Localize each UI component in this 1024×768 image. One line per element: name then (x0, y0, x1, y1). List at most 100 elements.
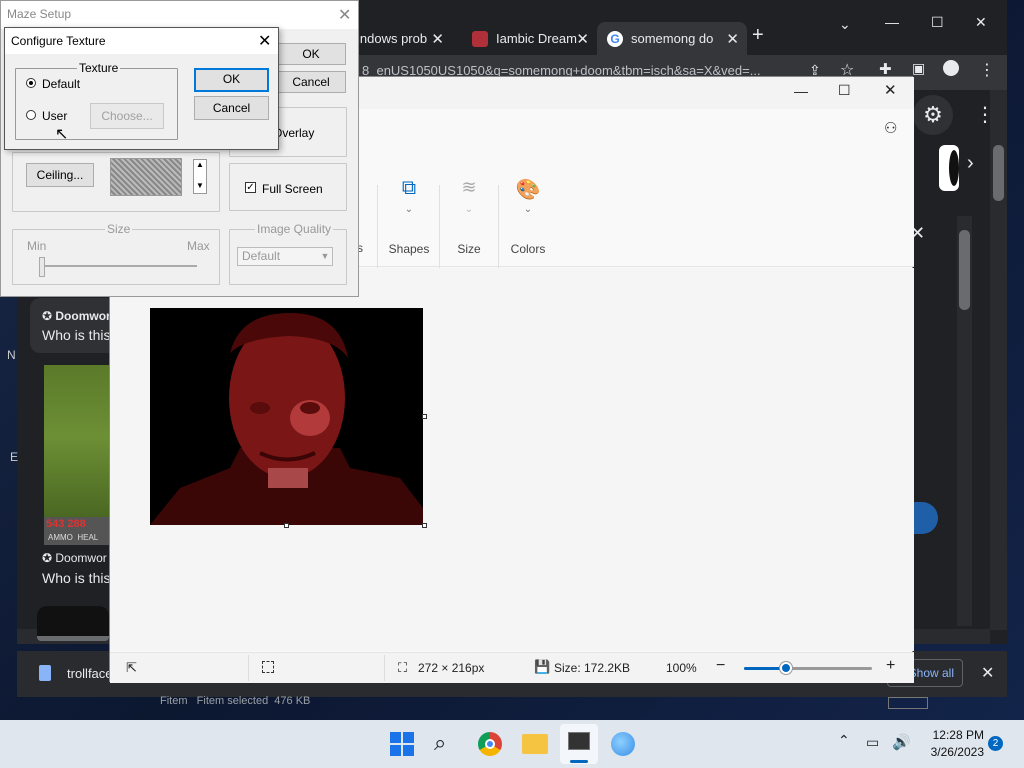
chrome-menu-icon[interactable]: ⋮ (979, 60, 995, 80)
side-panel-icon[interactable]: ▣ (912, 60, 925, 77)
profile-avatar[interactable] (943, 60, 959, 76)
zoom-out-icon[interactable]: − (716, 657, 725, 675)
tab-google-search[interactable]: G somemong do ✕ (597, 22, 747, 55)
colors-palette-icon[interactable]: 🎨 (498, 177, 558, 202)
paint-app-icon[interactable] (611, 732, 635, 756)
search-icon[interactable]: ⌕ (434, 730, 446, 756)
zoom-slider-thumb[interactable] (780, 662, 792, 674)
maze-setup-close-icon[interactable]: ✕ (338, 5, 351, 25)
tab-iambic-dream[interactable]: Iambic Dream ✕ (462, 22, 597, 55)
maximize-icon[interactable]: ☐ (931, 14, 944, 31)
shapes-icon[interactable]: ⧉ (379, 177, 439, 200)
desktop-label-n: N (7, 348, 16, 362)
scrollbar-thumb[interactable] (993, 145, 1004, 201)
size-slider-thumb[interactable] (39, 257, 45, 277)
result-card[interactable] (30, 298, 120, 353)
size-dropdown-chevron-icon[interactable]: ⌄ (440, 204, 498, 215)
result-thumbnail-figure (949, 150, 959, 186)
network-icon[interactable]: ▭ (866, 734, 879, 751)
close-shelf-icon[interactable]: ✕ (981, 663, 994, 683)
resize-handle[interactable] (284, 523, 289, 528)
notification-badge[interactable]: 2 (988, 736, 1003, 751)
size-slider-track[interactable] (39, 265, 197, 267)
visit-button-fragment[interactable] (912, 502, 938, 534)
image-canvas[interactable] (150, 308, 423, 525)
start-icon-square (390, 745, 401, 756)
tab-windows-problem[interactable]: indows prob ✕ (347, 22, 452, 55)
size-icon[interactable]: ≋ (440, 177, 498, 198)
choose-button[interactable]: Choose... (90, 103, 164, 129)
status-separator (384, 655, 385, 681)
file-explorer-icon[interactable] (522, 734, 548, 754)
spinner-up-icon[interactable]: ▲ (196, 160, 204, 169)
shapes-label: Shapes (388, 242, 430, 256)
tab-label: somemong do (631, 31, 714, 46)
settings-gear-icon[interactable]: ⚙ (913, 95, 953, 135)
taskbar: ⌕ ⌃ ▭ 🔊 12:28 PM 3/26/2023 2 (0, 720, 1024, 768)
clock-date[interactable]: 3/26/2023 (920, 745, 984, 759)
start-icon-square (403, 745, 414, 756)
image-dimensions: 272 × 216px (418, 661, 485, 675)
zoom-in-icon[interactable]: + (886, 657, 895, 675)
paint-minimize-icon[interactable]: — (794, 83, 808, 99)
tab-search-chevron-icon[interactable]: ⌄ (839, 16, 851, 33)
clock-time[interactable]: 12:28 PM (920, 728, 984, 742)
maze-cancel-button[interactable]: Cancel (276, 71, 346, 93)
texture-ok-button[interactable]: OK (194, 68, 269, 92)
ceiling-button[interactable]: Ceiling... (26, 163, 94, 187)
download-filename[interactable]: trollface (67, 666, 113, 681)
maze-ok-button[interactable]: OK (276, 43, 346, 65)
full-screen-checkbox[interactable]: ✓ (245, 182, 256, 193)
spinner-down-icon[interactable]: ▼ (196, 181, 204, 190)
close-tab-icon[interactable]: ✕ (726, 30, 739, 48)
close-tab-icon[interactable]: ✕ (431, 30, 444, 48)
desktop-label-e: E (10, 450, 19, 464)
chrome-icon-center (485, 739, 495, 749)
configure-texture-dialog: Configure Texture ✕ Texture Default User… (4, 27, 279, 150)
radio-dot (29, 81, 33, 85)
close-window-icon[interactable]: ✕ (975, 14, 987, 31)
volume-icon[interactable]: 🔊 (892, 733, 911, 751)
panel-scrollbar-thumb[interactable] (959, 230, 970, 310)
minimize-icon[interactable]: — (885, 14, 899, 30)
resize-handle[interactable] (422, 523, 427, 528)
configure-texture-title: Configure Texture (11, 34, 106, 48)
configure-texture-close-icon[interactable]: ✕ (258, 31, 271, 51)
view-toggle-icon[interactable] (888, 697, 928, 709)
chevron-right-icon[interactable]: › (967, 152, 974, 175)
full-screen-label: Full Screen (262, 182, 323, 196)
user-radio[interactable] (26, 110, 36, 120)
result-title[interactable]: Who is this (42, 327, 110, 343)
zoom-percent: 100% (666, 661, 697, 675)
maze-app-taskbar-button[interactable] (560, 724, 598, 764)
paint-maximize-icon[interactable]: ☐ (838, 82, 851, 99)
paint-close-icon[interactable]: ✕ (884, 81, 897, 99)
start-windows-icon[interactable] (390, 732, 414, 756)
close-tab-icon[interactable]: ✕ (576, 30, 589, 48)
account-icon[interactable]: ⚇ (884, 119, 897, 137)
cursor-position-icon: ⇱ (126, 660, 137, 675)
mouse-cursor-icon: ↖ (55, 126, 69, 143)
default-option-label: Default (42, 77, 81, 91)
canvas-area[interactable] (110, 268, 914, 651)
ceiling-texture-preview (110, 158, 182, 196)
hud-labels: AMMO HEAL (48, 533, 99, 542)
size-min-label: Min (27, 239, 47, 253)
texture-cancel-button[interactable]: Cancel (194, 96, 269, 120)
new-tab-icon[interactable]: + (752, 24, 764, 47)
chrome-icon[interactable] (478, 732, 502, 756)
tab-label: Iambic Dream (496, 31, 577, 46)
shapes-dropdown-chevron-icon[interactable]: ⌄ (379, 204, 439, 215)
colors-dropdown-chevron-icon[interactable]: ⌄ (498, 204, 558, 215)
site-favicon-icon (472, 30, 488, 47)
size-group-label: Size (105, 222, 133, 236)
show-hidden-icons-chevron-icon[interactable]: ⌃ (838, 732, 850, 749)
result-title-2[interactable]: Who is this (42, 570, 110, 586)
site-icon: ✪ (42, 551, 56, 565)
result-card-3[interactable] (37, 606, 109, 636)
default-radio[interactable] (26, 78, 36, 88)
explorer-status-fragment: Fitem Fitem selected 476 KB (160, 695, 311, 707)
resize-handle[interactable] (422, 414, 427, 419)
start-icon-square (403, 732, 414, 743)
select-chevron-down-icon[interactable]: ▼ (318, 248, 332, 265)
